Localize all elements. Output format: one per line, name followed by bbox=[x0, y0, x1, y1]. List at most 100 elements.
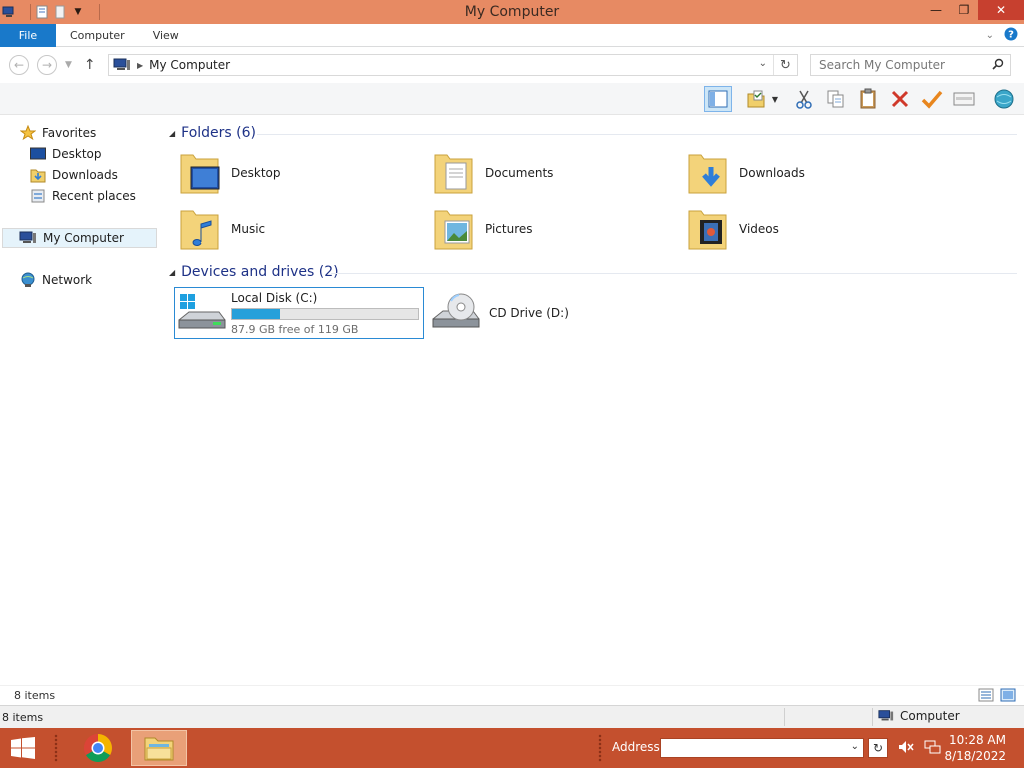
up-button[interactable]: ↑ bbox=[84, 57, 96, 73]
windows-logo-icon bbox=[11, 737, 35, 759]
start-button[interactable] bbox=[8, 734, 38, 762]
sidebar-item-network[interactable]: Network bbox=[20, 270, 92, 290]
taskbar-address-refresh-button[interactable]: ↻ bbox=[868, 738, 888, 758]
taskbar-clock[interactable]: 10:28 AM 8/18/2022 bbox=[944, 732, 1006, 764]
drive-tile-local-disk[interactable]: Local Disk (C:) 87.9 GB free of 119 GB bbox=[174, 287, 424, 339]
delete-button[interactable] bbox=[886, 86, 914, 112]
folder-label: Downloads bbox=[739, 166, 805, 180]
search-box[interactable]: Search My Computer bbox=[810, 54, 1011, 76]
expand-ribbon-icon[interactable]: ⌄ bbox=[986, 30, 994, 41]
quick-access-toolbar: ▼ bbox=[0, 4, 140, 20]
drives-group-header[interactable]: ◢ Devices and drives (2) bbox=[169, 264, 339, 280]
search-input[interactable]: Search My Computer bbox=[819, 58, 945, 72]
folder-videos-icon bbox=[688, 210, 727, 250]
cut-button[interactable] bbox=[790, 86, 818, 112]
drive-usage-bar bbox=[231, 308, 419, 320]
network-icon bbox=[21, 272, 35, 287]
sidebar-item-favorites[interactable]: Favorites bbox=[20, 123, 96, 143]
map-drive-button[interactable] bbox=[950, 86, 978, 112]
properties-icon[interactable] bbox=[35, 5, 49, 19]
taskbar: Address ⌄ ↻ 10:28 AM 8/18/2022 bbox=[0, 728, 1024, 768]
collapse-arrow-icon[interactable]: ◢ bbox=[169, 268, 175, 277]
sidebar-item-label: Recent places bbox=[52, 189, 136, 203]
svg-text:?: ? bbox=[1008, 30, 1014, 41]
computer-icon[interactable] bbox=[2, 5, 16, 19]
breadcrumb-chevron-icon[interactable]: ▶ bbox=[137, 61, 143, 70]
sidebar-item-my-computer[interactable]: My Computer bbox=[2, 228, 157, 248]
folder-label: Desktop bbox=[231, 166, 281, 180]
collapse-arrow-icon[interactable]: ◢ bbox=[169, 129, 175, 138]
tab-computer[interactable]: Computer bbox=[56, 24, 139, 47]
folder-label: Videos bbox=[739, 222, 779, 236]
address-text[interactable]: My Computer bbox=[149, 58, 230, 72]
address-dropdown-icon[interactable]: ⌄ bbox=[759, 58, 767, 69]
taskbar-address-input[interactable]: ⌄ bbox=[660, 738, 864, 758]
back-button[interactable]: ← bbox=[9, 55, 29, 75]
folder-tile-desktop[interactable]: Desktop bbox=[179, 147, 281, 199]
large-icons-view-icon[interactable] bbox=[1000, 688, 1016, 702]
volume-muted-icon[interactable] bbox=[898, 739, 914, 759]
taskbar-chrome-button[interactable] bbox=[70, 730, 126, 766]
computer-icon bbox=[113, 58, 130, 70]
folders-group-divider bbox=[257, 134, 1017, 135]
new-folder-icon[interactable] bbox=[53, 5, 67, 19]
clock-time: 10:28 AM bbox=[949, 733, 1006, 747]
folders-header-label: Folders (6) bbox=[181, 125, 256, 141]
dropdown-arrow-icon[interactable]: ▼ bbox=[772, 95, 778, 104]
restore-button[interactable]: ❐ bbox=[950, 0, 978, 20]
folder-downloads-icon bbox=[688, 154, 727, 194]
status-zone: Computer bbox=[878, 709, 960, 723]
sidebar-item-downloads[interactable]: Downloads bbox=[30, 165, 118, 185]
folder-tile-downloads[interactable]: Downloads bbox=[687, 147, 805, 199]
folder-pictures-icon bbox=[434, 210, 473, 250]
sidebar-item-desktop[interactable]: Desktop bbox=[30, 144, 102, 164]
preview-pane-button[interactable] bbox=[704, 86, 732, 112]
clock-date: 8/18/2022 bbox=[944, 749, 1006, 763]
tab-file[interactable]: File bbox=[0, 23, 56, 47]
cd-drive-icon bbox=[432, 293, 480, 328]
close-button[interactable]: ✕ bbox=[978, 0, 1024, 20]
search-icon[interactable] bbox=[992, 58, 1004, 73]
status-separator bbox=[872, 708, 873, 726]
network-status-icon[interactable] bbox=[924, 739, 942, 759]
address-bar[interactable]: ▶ My Computer ⌄ ↻ bbox=[108, 54, 798, 76]
paste-button[interactable] bbox=[854, 86, 882, 112]
quick-access-separator bbox=[30, 4, 31, 20]
folders-group-header[interactable]: ◢ Folders (6) bbox=[169, 125, 256, 141]
folder-tile-videos[interactable]: Videos bbox=[687, 203, 779, 255]
network-globe-button[interactable] bbox=[990, 86, 1018, 112]
properties-button[interactable]: ▼ bbox=[742, 86, 782, 112]
tab-view[interactable]: View bbox=[139, 24, 193, 47]
sidebar-item-recent-places[interactable]: Recent places bbox=[30, 186, 136, 206]
ribbon-right-controls: ⌄ ? bbox=[986, 27, 1018, 44]
view-toggle bbox=[978, 688, 1016, 702]
item-count: 8 items bbox=[14, 689, 56, 702]
chrome-icon bbox=[84, 734, 112, 762]
refresh-button[interactable]: ↻ bbox=[773, 55, 797, 75]
delete-x-icon bbox=[891, 90, 909, 108]
window-controls: — ❐ ✕ bbox=[922, 0, 1024, 24]
customize-quick-access-icon[interactable]: ▼ bbox=[71, 5, 85, 19]
folder-tile-pictures[interactable]: Pictures bbox=[433, 203, 533, 255]
taskbar-file-explorer-button[interactable] bbox=[131, 730, 187, 766]
recent-locations-icon[interactable]: ▼ bbox=[65, 60, 72, 70]
drive-tile-cd-drive[interactable]: CD Drive (D:) bbox=[431, 287, 569, 339]
help-icon[interactable]: ? bbox=[1004, 27, 1018, 44]
taskbar-grip[interactable] bbox=[54, 734, 58, 762]
address-dropdown-icon[interactable]: ⌄ bbox=[851, 741, 859, 752]
zone-label: Computer bbox=[900, 709, 960, 723]
ribbon-tabs: File Computer View ⌄ ? bbox=[0, 23, 1024, 47]
forward-button[interactable]: → bbox=[37, 55, 57, 75]
rename-button[interactable] bbox=[918, 86, 946, 112]
status-bar: 8 items bbox=[0, 685, 1024, 705]
taskbar-grip[interactable] bbox=[598, 734, 602, 762]
details-view-icon[interactable] bbox=[978, 688, 994, 702]
folder-music-icon bbox=[180, 210, 219, 250]
recent-places-icon bbox=[31, 189, 45, 203]
folder-tile-music[interactable]: Music bbox=[179, 203, 265, 255]
minimize-button[interactable]: — bbox=[922, 0, 950, 20]
copy-button[interactable] bbox=[822, 86, 850, 112]
folder-tile-documents[interactable]: Documents bbox=[433, 147, 553, 199]
preview-pane-icon bbox=[708, 90, 728, 108]
sidebar-item-label: My Computer bbox=[43, 231, 124, 245]
